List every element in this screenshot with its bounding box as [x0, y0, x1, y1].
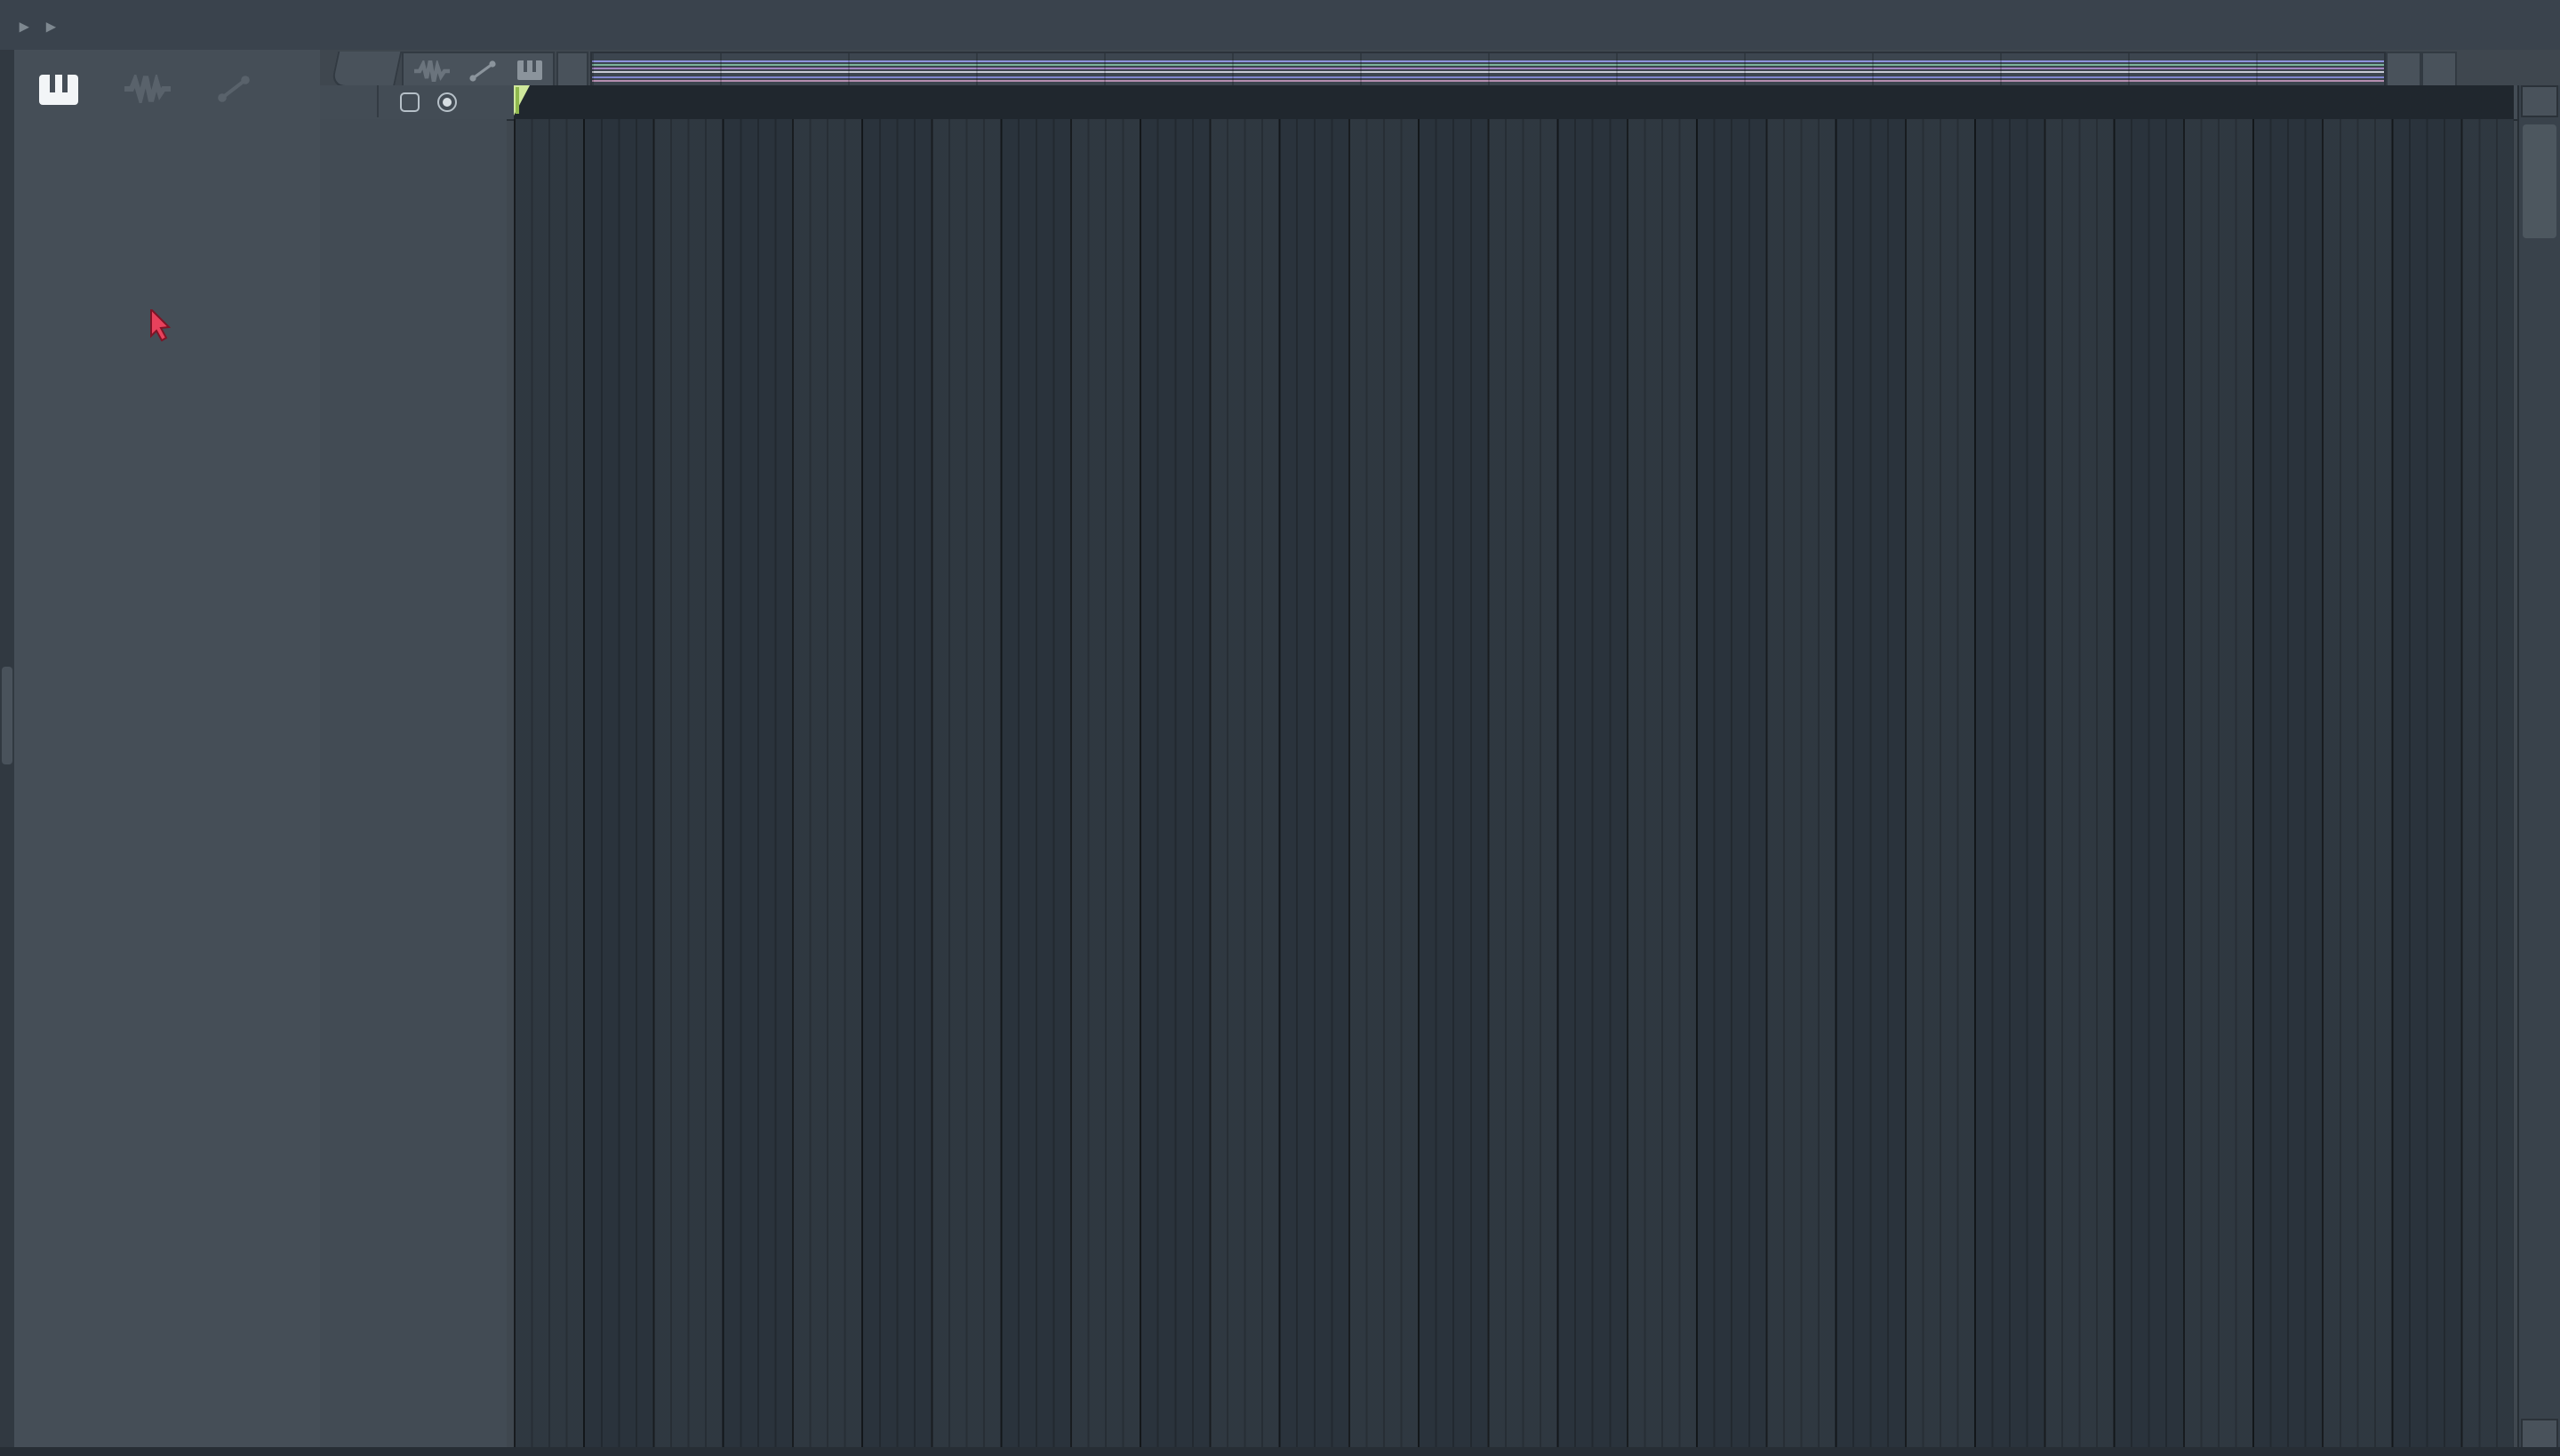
- step-checkbox[interactable]: [400, 92, 420, 111]
- fl-studio-playlist-window: ▸ ▸: [0, 0, 2560, 1456]
- playlist-minimap[interactable]: [590, 52, 2386, 89]
- pattern-view-icon[interactable]: [517, 60, 543, 80]
- breadcrumb-chevron-icon: ▸: [20, 18, 29, 37]
- mouse-cursor: [150, 309, 172, 341]
- slide-toggle[interactable]: [437, 92, 457, 111]
- audio-view-icon[interactable]: [413, 60, 450, 81]
- pattern-picker-panel: [14, 50, 322, 1456]
- breadcrumb-chevron-icon: ▸: [46, 18, 56, 37]
- automation-view-icon[interactable]: [469, 60, 498, 81]
- window-title: ▸ ▸: [11, 12, 64, 37]
- piano-roll-tab-icon[interactable]: [39, 74, 78, 104]
- minimap-options-button[interactable]: [2421, 52, 2457, 89]
- minimap-scroll-right-button[interactable]: [2386, 52, 2421, 89]
- playlist-vertical-scrollbar[interactable]: [2517, 85, 2560, 1451]
- playlist-view-switcher: [402, 52, 555, 89]
- playlist-grid[interactable]: [514, 119, 2514, 1447]
- scroll-up-button[interactable]: [2521, 85, 2558, 117]
- automation-tab-icon[interactable]: [217, 75, 252, 103]
- track-header-column: [320, 119, 507, 1447]
- scroll-down-button[interactable]: [2521, 1419, 2558, 1451]
- scrollbar-thumb[interactable]: [2523, 124, 2556, 238]
- bottom-edge-strip: [0, 1447, 2560, 1456]
- playlist-panel: [320, 50, 2560, 1456]
- timeline-ruler[interactable]: [514, 85, 2514, 121]
- minimap-scroll-left-button[interactable]: [556, 52, 588, 89]
- add-track-button[interactable]: [331, 85, 379, 117]
- audio-wave-tab-icon[interactable]: [124, 75, 171, 103]
- playlist-view-tab[interactable]: [330, 52, 403, 87]
- pattern-picker-tabs: [39, 64, 306, 114]
- playhead-marker[interactable]: [514, 85, 530, 116]
- scrollbar-thumb[interactable]: [2, 667, 12, 764]
- pattern-panel-scrollbar[interactable]: [0, 50, 14, 1456]
- title-bar: ▸ ▸: [0, 0, 2560, 52]
